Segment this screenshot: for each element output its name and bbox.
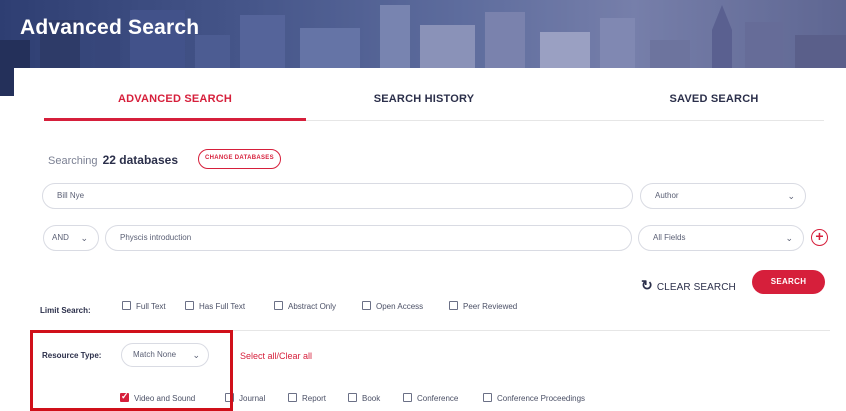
resource-conference-proceedings-checkbox[interactable]: Conference Proceedings [483,393,585,403]
checkbox-label: Conference [417,394,459,403]
tab-search-history[interactable]: SEARCH HISTORY [329,93,519,121]
checkbox-icon [288,393,297,402]
resource-type-label: Resource Type: [42,351,102,360]
page: Advanced Search ADVANCED SEARCH SEARCH H… [0,0,846,411]
resource-report-checkbox[interactable]: Report [288,393,326,403]
checkbox-label: Video and Sound [134,394,196,403]
limit-abstract-only-checkbox[interactable]: Abstract Only [274,301,336,311]
field-select-1[interactable]: Author ⌄ [640,183,806,209]
chevron-down-icon: ⌄ [787,191,795,201]
checkbox-icon [274,301,283,310]
search-term-input-2[interactable]: Physcis introduction [105,225,632,251]
checkbox-icon [362,301,371,310]
checkbox-label: Conference Proceedings [497,394,586,403]
resource-conference-checkbox[interactable]: Conference [403,393,458,403]
checkbox-label: Peer Reviewed [463,302,518,311]
checkbox-checked-icon [120,391,129,402]
limit-open-access-checkbox[interactable]: Open Access [362,301,423,311]
checkbox-label: Full Text [136,302,166,311]
checkbox-label: Report [302,394,327,403]
limit-peer-reviewed-checkbox[interactable]: Peer Reviewed [449,301,517,311]
checkbox-icon [225,393,234,402]
checkbox-label: Journal [239,394,266,403]
checkbox-label: Has Full Text [199,302,246,311]
resource-book-checkbox[interactable]: Book [348,393,380,403]
search-card: ADVANCED SEARCH SEARCH HISTORY SAVED SEA… [14,68,846,411]
match-select-value: Match None [133,350,177,359]
tab-bar: ADVANCED SEARCH SEARCH HISTORY SAVED SEA… [44,93,824,121]
search-term-value-1: Bill Nye [57,191,85,200]
plus-circle-icon[interactable]: + [811,229,828,246]
chevron-down-icon: ⌄ [192,350,200,360]
divider [40,330,830,331]
tab-saved-search[interactable]: SAVED SEARCH [619,93,809,121]
clear-search-label: CLEAR SEARCH [656,282,736,293]
chevron-down-icon: ⌄ [785,233,793,243]
field-select-value-1: Author [655,191,679,200]
page-title: Advanced Search [20,16,200,39]
clear-search-button[interactable]: ↻ CLEAR SEARCH [641,277,736,294]
chevron-down-icon: ⌄ [80,233,88,243]
select-all-clear-all-link[interactable]: Select all/Clear all [240,351,312,361]
checkbox-icon [449,301,458,310]
checkbox-label: Open Access [376,302,424,311]
search-term-input-1[interactable]: Bill Nye [42,183,633,209]
checkbox-label: Book [362,394,381,403]
searching-summary: Searching 22 databases [48,153,178,167]
field-select-value-2: All Fields [653,233,686,242]
checkbox-icon [122,301,131,310]
operator-select-2[interactable]: AND ⌄ [43,225,99,251]
resource-journal-checkbox[interactable]: Journal [225,393,265,403]
checkbox-icon [483,393,492,402]
resource-video-and-sound-checkbox[interactable]: Video and Sound [120,391,196,403]
checkbox-icon [185,301,194,310]
operator-value-2: AND [52,233,69,242]
refresh-icon: ↻ [641,277,653,293]
search-term-value-2: Physcis introduction [120,233,192,242]
search-button[interactable]: SEARCH [752,270,825,294]
change-databases-button[interactable]: CHANGE DATABASES [198,149,281,169]
tab-advanced-search[interactable]: ADVANCED SEARCH [44,93,306,121]
limit-has-full-text-checkbox[interactable]: Has Full Text [185,301,245,311]
field-select-2[interactable]: All Fields ⌄ [638,225,804,251]
limit-search-label: Limit Search: [40,306,91,315]
database-count: 22 databases [102,153,178,167]
checkbox-icon [403,393,412,402]
searching-prefix: Searching [48,155,98,167]
match-select[interactable]: Match None ⌄ [121,343,209,367]
checkbox-label: Abstract Only [288,302,337,311]
checkbox-icon [348,393,357,402]
limit-full-text-checkbox[interactable]: Full Text [122,301,166,311]
